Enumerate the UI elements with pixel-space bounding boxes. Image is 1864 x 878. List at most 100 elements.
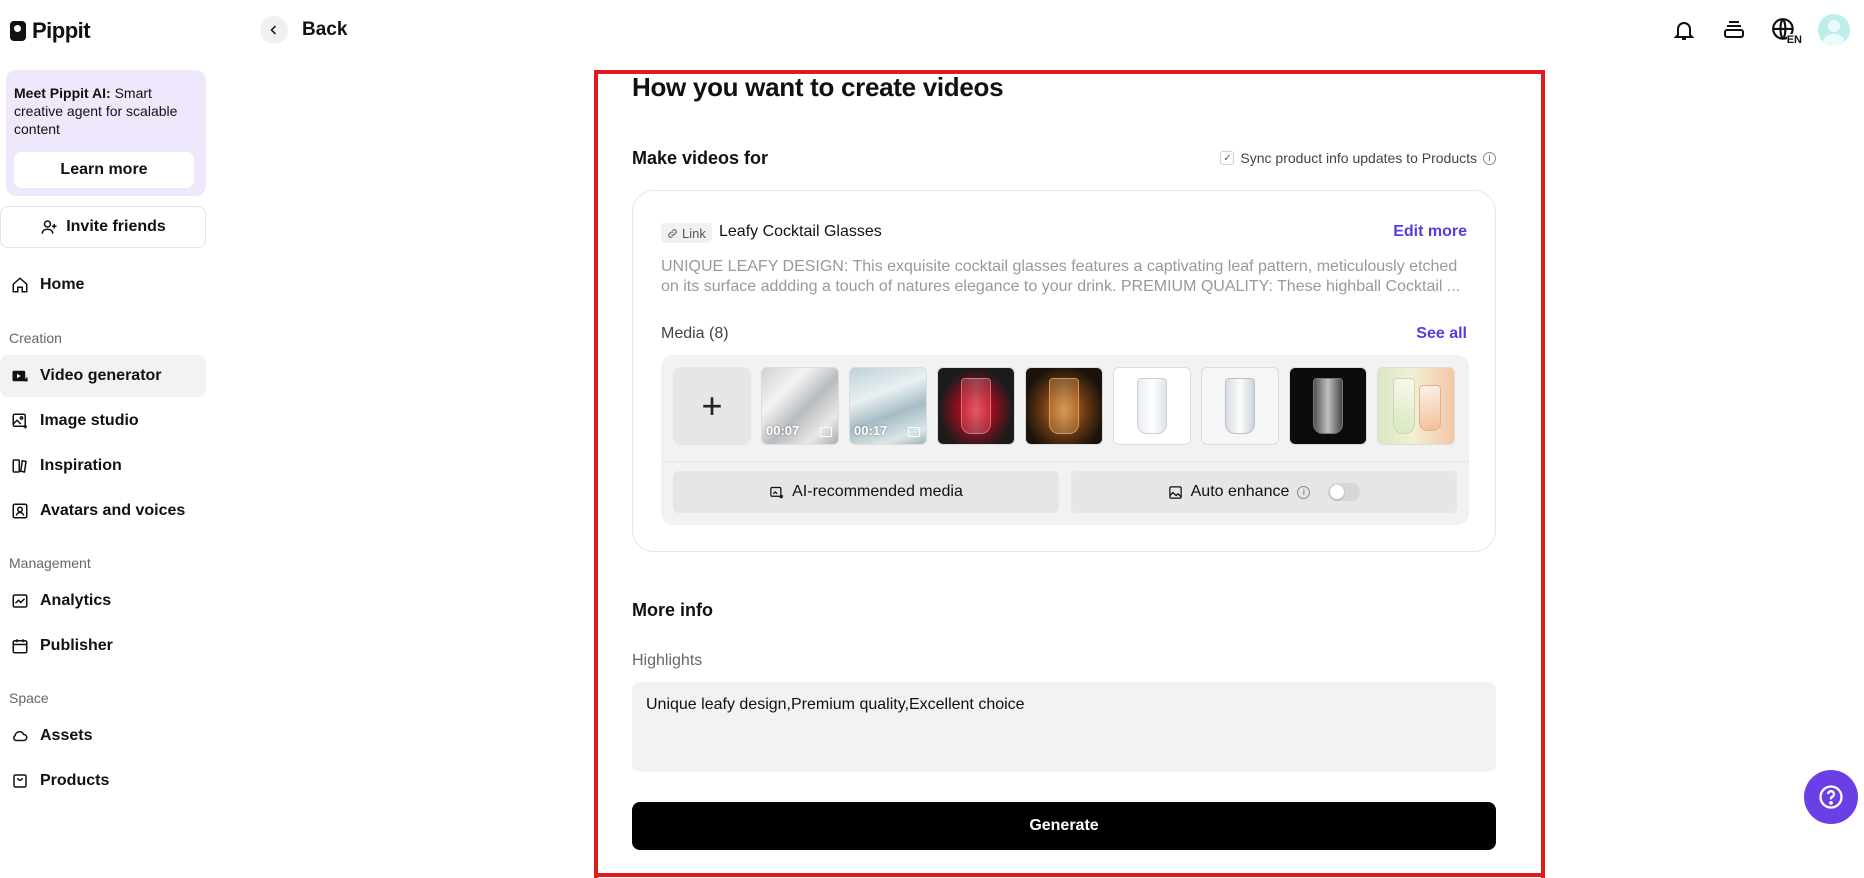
edit-more-link[interactable]: Edit more bbox=[1393, 223, 1467, 241]
invite-friends-button[interactable]: Invite friends bbox=[0, 206, 206, 248]
auto-enhance-toggle[interactable] bbox=[1328, 483, 1361, 501]
sidebar-item-label: Assets bbox=[40, 727, 93, 744]
highlights-input[interactable]: Unique leafy design,Premium quality,Exce… bbox=[632, 682, 1496, 772]
sync-product-info[interactable]: ✓ Sync product info updates to Products … bbox=[1220, 150, 1496, 166]
product-card: Link Leafy Cocktail Glasses Edit more UN… bbox=[632, 190, 1496, 552]
link-icon bbox=[668, 228, 677, 238]
auto-enhance-label: Auto enhance bbox=[1190, 483, 1290, 500]
invite-friends-label: Invite friends bbox=[66, 218, 166, 235]
media-thumbnail[interactable] bbox=[1201, 367, 1279, 445]
add-media-button[interactable]: + bbox=[673, 367, 751, 445]
calendar-icon bbox=[10, 636, 30, 656]
image-studio-icon bbox=[10, 411, 30, 431]
media-gallery: + 00:07 00:17 AI-recommended media Auto … bbox=[661, 355, 1469, 525]
promo-card: Meet Pippit AI: Smart creative agent for… bbox=[6, 70, 206, 196]
auto-enhance-control: Auto enhance i bbox=[1071, 471, 1457, 513]
user-avatar[interactable] bbox=[1818, 14, 1850, 46]
help-icon bbox=[1819, 785, 1843, 809]
media-thumbnail[interactable] bbox=[1289, 367, 1367, 445]
glass-image bbox=[1049, 378, 1079, 434]
info-icon[interactable]: i bbox=[1483, 151, 1496, 165]
info-icon[interactable]: i bbox=[1297, 485, 1311, 499]
divider bbox=[661, 461, 1469, 462]
language-globe-icon[interactable]: EN bbox=[1768, 14, 1802, 46]
sidebar-item-image-studio[interactable]: Image studio bbox=[0, 400, 206, 442]
sidebar-item-video-generator[interactable]: Video generator bbox=[0, 355, 206, 397]
brand-name: Pippit bbox=[32, 18, 91, 43]
notification-bell-icon[interactable] bbox=[1668, 14, 1700, 46]
media-thumbnail[interactable] bbox=[1025, 367, 1103, 445]
more-info-heading: More info bbox=[632, 600, 713, 620]
media-thumbnail[interactable] bbox=[1377, 367, 1455, 445]
stack-icon[interactable] bbox=[1718, 14, 1750, 46]
sidebar-item-products[interactable]: Products bbox=[0, 760, 206, 802]
analytics-icon bbox=[10, 591, 30, 611]
sidebar-item-assets[interactable]: Assets bbox=[0, 715, 206, 757]
product-description: UNIQUE LEAFY DESIGN: This exquisite cock… bbox=[661, 258, 1461, 295]
inspiration-icon bbox=[10, 456, 30, 476]
glass-image bbox=[1137, 378, 1167, 434]
cloud-icon bbox=[10, 726, 30, 746]
ai-media-icon bbox=[770, 486, 783, 498]
make-videos-for-heading: Make videos for bbox=[632, 148, 769, 168]
home-icon bbox=[10, 275, 30, 295]
video-duration: 00:07 bbox=[766, 423, 800, 438]
chevron-left-icon bbox=[260, 16, 288, 44]
media-thumbnail[interactable] bbox=[1113, 367, 1191, 445]
ai-media-icon bbox=[820, 427, 832, 437]
video-generator-icon bbox=[10, 366, 30, 386]
add-user-icon bbox=[41, 220, 57, 234]
sidebar-item-publisher[interactable]: Publisher bbox=[0, 625, 206, 667]
product-title: Leafy Cocktail Glasses bbox=[719, 223, 882, 240]
glass-image bbox=[1225, 378, 1255, 434]
avatar-icon bbox=[10, 501, 30, 521]
section-label-space: Space bbox=[9, 690, 49, 706]
sync-checkbox[interactable]: ✓ bbox=[1220, 151, 1235, 165]
ai-recommended-label: AI-recommended media bbox=[792, 483, 963, 500]
media-count-label: Media (8) bbox=[661, 325, 729, 342]
page-title: How you want to create videos bbox=[632, 72, 1004, 102]
sidebar-item-home[interactable]: Home bbox=[0, 264, 206, 306]
media-thumbnail[interactable] bbox=[937, 367, 1015, 445]
sidebar-item-analytics[interactable]: Analytics bbox=[0, 580, 206, 622]
ai-recommended-media-button[interactable]: AI-recommended media bbox=[673, 471, 1059, 513]
back-label: Back bbox=[302, 19, 348, 40]
glass-image bbox=[1418, 384, 1441, 431]
glass-image bbox=[1392, 378, 1415, 434]
highlight-frame-bottom bbox=[594, 873, 1545, 877]
promo-text: Meet Pippit AI: Smart creative agent for… bbox=[14, 85, 178, 137]
media-thumbnail[interactable]: 00:17 bbox=[849, 367, 927, 445]
sync-label: Sync product info updates to Products bbox=[1240, 150, 1477, 166]
sidebar: Pippit Meet Pippit AI: Smart creative ag… bbox=[0, 0, 212, 878]
section-label-management: Management bbox=[9, 555, 91, 571]
sidebar-item-label: Video generator bbox=[40, 367, 162, 384]
sidebar-item-label: Products bbox=[40, 772, 110, 789]
generate-button[interactable]: Generate bbox=[632, 802, 1496, 850]
sidebar-item-label: Publisher bbox=[40, 637, 113, 654]
glass-image bbox=[1313, 378, 1343, 434]
sidebar-item-label: Analytics bbox=[40, 592, 112, 609]
sidebar-item-label: Image studio bbox=[40, 412, 139, 429]
language-code: EN bbox=[1786, 34, 1802, 46]
glass-image bbox=[961, 378, 991, 434]
pippit-logo-icon bbox=[10, 21, 26, 41]
link-chip: Link bbox=[661, 223, 712, 243]
top-toolbar: EN bbox=[1668, 14, 1850, 46]
see-all-link[interactable]: See all bbox=[1416, 325, 1467, 343]
help-button[interactable] bbox=[1804, 770, 1858, 824]
back-button[interactable]: Back bbox=[260, 16, 347, 44]
logo[interactable]: Pippit bbox=[10, 18, 91, 44]
sidebar-item-label: Avatars and voices bbox=[40, 502, 186, 519]
learn-more-button[interactable]: Learn more bbox=[14, 152, 194, 188]
sidebar-item-inspiration[interactable]: Inspiration bbox=[0, 445, 206, 487]
section-label-creation: Creation bbox=[9, 330, 62, 346]
video-duration: 00:17 bbox=[854, 423, 888, 438]
sidebar-item-label: Inspiration bbox=[40, 457, 122, 474]
highlights-label: Highlights bbox=[632, 652, 703, 669]
ai-media-icon bbox=[908, 427, 920, 437]
sidebar-item-avatars-and-voices[interactable]: Avatars and voices bbox=[0, 490, 206, 532]
media-thumbnail[interactable]: 00:07 bbox=[761, 367, 839, 445]
sidebar-item-label: Home bbox=[40, 276, 85, 293]
product-bag-icon bbox=[10, 771, 30, 791]
image-icon bbox=[1168, 485, 1182, 499]
